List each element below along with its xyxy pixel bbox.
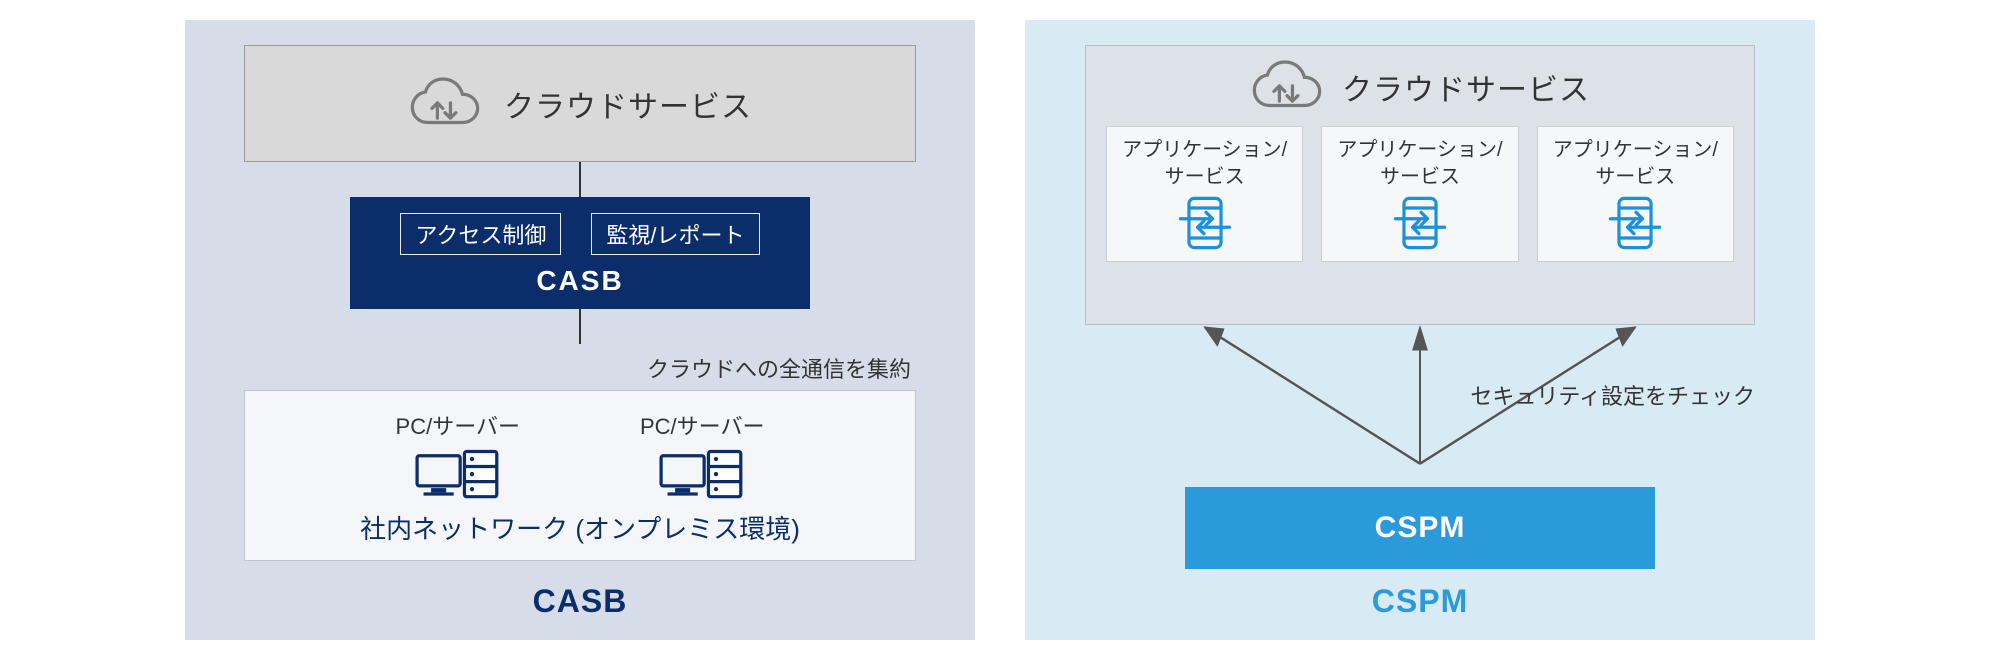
server-icon: [413, 445, 503, 501]
app-card-3: アプリケーション/サービス: [1537, 126, 1734, 262]
cspm-box-label: CSPM: [1375, 511, 1466, 545]
app-icon: [1174, 195, 1236, 251]
app-card-1: アプリケーション/サービス: [1106, 126, 1303, 262]
onprem-caption: 社内ネットワーク (オンプレミス環境): [360, 509, 800, 546]
app-card-2: アプリケーション/サービス: [1321, 126, 1518, 262]
casb-box-label: CASB: [536, 265, 623, 297]
app-label-3: アプリケーション/サービス: [1553, 137, 1718, 191]
cloud-icon: [1250, 60, 1324, 114]
casb-cloud-box: クラウドサービス: [244, 45, 916, 162]
cspm-footer: CSPM: [1372, 569, 1468, 620]
cspm-cloud-box: クラウドサービス アプリケーション/サービス アプリケーション/サービス アプリ…: [1085, 45, 1755, 325]
casb-aggregate-note: クラウドへの全通信を集約: [647, 352, 911, 384]
cspm-check-note: セキュリティ設定をチェック: [1470, 379, 1755, 411]
app-label-2: アプリケーション/サービス: [1337, 137, 1502, 191]
casb-panel: クラウドサービス アクセス制御 監視/レポート CASB クラウドへの全通信を集…: [185, 20, 975, 640]
cspm-connector-area: セキュリティ設定をチェック CSPM: [1085, 325, 1755, 569]
casb-box: アクセス制御 監視/レポート CASB: [350, 197, 810, 309]
pc-unit-1: PC/サーバー: [396, 409, 520, 501]
pc-label-2: PC/サーバー: [640, 409, 764, 441]
connector-line-top: [579, 162, 581, 197]
casb-cloud-title: クラウドサービス: [504, 82, 752, 126]
cspm-cloud-title: クラウドサービス: [1342, 65, 1590, 109]
casb-tag-access: アクセス制御: [400, 213, 561, 255]
cloud-icon: [408, 77, 482, 131]
connector-line-bottom: [579, 309, 581, 344]
app-label-1: アプリケーション/サービス: [1122, 137, 1287, 191]
casb-footer: CASB: [533, 569, 628, 620]
onprem-box: PC/サーバー PC/サーバー 社内ネットワーク (オンプレミス環境): [244, 390, 916, 561]
cspm-panel: クラウドサービス アプリケーション/サービス アプリケーション/サービス アプリ…: [1025, 20, 1815, 640]
app-icon: [1389, 195, 1451, 251]
app-icon: [1604, 195, 1666, 251]
pc-label-1: PC/サーバー: [396, 409, 520, 441]
server-icon: [657, 445, 747, 501]
pc-unit-2: PC/サーバー: [640, 409, 764, 501]
cspm-box: CSPM: [1185, 487, 1655, 569]
casb-tag-report: 監視/レポート: [591, 213, 759, 255]
